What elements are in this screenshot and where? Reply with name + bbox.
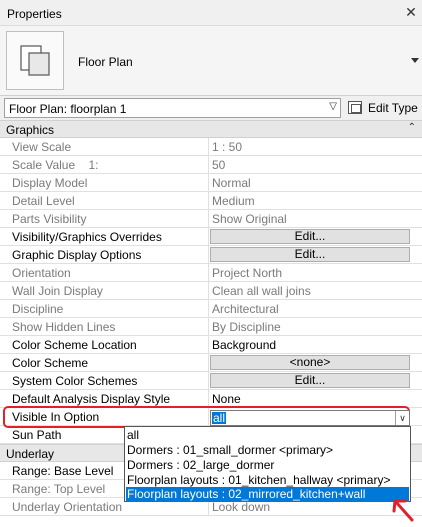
prop-name: Orientation [12, 266, 71, 280]
prop-name: View Scale [12, 140, 72, 154]
group-label: Underlay [6, 447, 55, 461]
prop-name: Color Scheme [12, 356, 89, 370]
divider [208, 138, 209, 156]
prop-name: Display Model [12, 176, 88, 190]
prop-value: Look down [212, 500, 271, 514]
prop-name: Graphic Display Options [12, 248, 142, 262]
row-vg-overrides[interactable]: Visibility/Graphics Overrides Edit... [0, 228, 422, 246]
row-discipline[interactable]: Discipline Architectural [0, 300, 422, 318]
prop-value: None [212, 392, 241, 406]
row-color-scheme-location[interactable]: Color Scheme Location Background [0, 336, 422, 354]
row-display-model[interactable]: Display Model Normal [0, 174, 422, 192]
prop-value: Normal [212, 176, 251, 190]
row-default-analysis[interactable]: Default Analysis Display Style None [0, 390, 422, 408]
divider [208, 264, 209, 282]
row-detail-level[interactable]: Detail Level Medium [0, 192, 422, 210]
instance-selector-value: Floor Plan: floorplan 1 [9, 102, 127, 116]
divider [208, 192, 209, 210]
prop-value: Show Original [212, 212, 287, 226]
row-hidden-lines[interactable]: Show Hidden Lines By Discipline [0, 318, 422, 336]
divider [208, 390, 209, 408]
prop-name: Scale Value 1: [12, 158, 99, 172]
properties-titlebar: Properties ✕ [0, 0, 422, 26]
combo-selected-text: all [212, 411, 227, 425]
close-icon[interactable]: ✕ [403, 4, 419, 20]
prop-name: Sun Path [12, 428, 62, 442]
graphic-display-edit-button[interactable]: Edit... [210, 247, 410, 262]
instance-selector-row: Floor Plan: floorplan 1 ▽ Edit Type [0, 96, 422, 120]
prop-value: 1 : 50 [212, 140, 243, 154]
prop-name: Range: Base Level [12, 464, 114, 478]
divider [208, 354, 209, 372]
system-color-schemes-edit-button[interactable]: Edit... [210, 373, 410, 388]
type-dropdown-arrow-icon[interactable] [411, 58, 419, 63]
row-scale-value[interactable]: Scale Value 1: 50 [0, 156, 422, 174]
group-label: Graphics [6, 123, 55, 137]
divider [208, 318, 209, 336]
prop-name: Show Hidden Lines [12, 320, 116, 334]
divider [208, 336, 209, 354]
divider [208, 372, 209, 390]
visible-in-option-combo[interactable]: all ∨ [210, 410, 410, 426]
vg-overrides-edit-button[interactable]: Edit... [210, 229, 410, 244]
chevron-down-icon: ▽ [329, 101, 337, 112]
divider [208, 156, 209, 174]
floor-plan-icon [6, 31, 64, 90]
divider [208, 210, 209, 228]
divider [208, 246, 209, 264]
prop-name: System Color Schemes [12, 374, 138, 388]
type-name: Floor Plan [78, 55, 133, 69]
prop-value: Medium [212, 194, 255, 208]
prop-name: Visible In Option [12, 410, 100, 424]
divider [208, 174, 209, 192]
prop-name: Default Analysis Display Style [12, 392, 171, 406]
dropdown-option-highlighted[interactable]: Floorplan layouts : 02_mirrored_kitchen+… [126, 487, 409, 502]
prop-name: Parts Visibility [12, 212, 87, 226]
dropdown-option[interactable]: Dormers : 02_large_dormer [126, 458, 409, 473]
type-selector[interactable]: Floor Plan [0, 26, 422, 96]
edit-type-button[interactable]: Edit Type [346, 98, 420, 118]
row-view-scale[interactable]: View Scale 1 : 50 [0, 138, 422, 156]
edit-type-icon [348, 101, 362, 114]
prop-name: Wall Join Display [12, 284, 103, 298]
edit-type-label: Edit Type [368, 101, 418, 115]
dropdown-option[interactable]: Dormers : 01_small_dormer <primary> [126, 443, 409, 458]
prop-value: By Discipline [212, 320, 281, 334]
row-wall-join[interactable]: Wall Join Display Clean all wall joins [0, 282, 422, 300]
divider [208, 228, 209, 246]
divider [208, 300, 209, 318]
row-color-scheme[interactable]: Color Scheme <none> [0, 354, 422, 372]
prop-name: Underlay Orientation [12, 500, 123, 514]
prop-name: Range: Top Level [12, 482, 106, 496]
prop-name: Color Scheme Location [12, 338, 137, 352]
dropdown-option[interactable]: all [126, 428, 409, 443]
row-orientation[interactable]: Orientation Project North [0, 264, 422, 282]
prop-value: Clean all wall joins [212, 284, 311, 298]
visible-in-option-dropdown: all Dormers : 01_small_dormer <primary> … [124, 426, 411, 502]
chevron-down-icon[interactable]: ∨ [395, 411, 409, 425]
panel-title: Properties [7, 7, 62, 21]
prop-value: Project North [212, 266, 283, 280]
prop-name: Visibility/Graphics Overrides [12, 230, 162, 244]
divider [208, 408, 209, 426]
color-scheme-button[interactable]: <none> [210, 355, 410, 370]
prop-name: Discipline [12, 302, 64, 316]
row-system-color-schemes[interactable]: System Color Schemes Edit... [0, 372, 422, 390]
prop-value: Architectural [212, 302, 279, 316]
prop-name: Detail Level [12, 194, 75, 208]
instance-selector[interactable]: Floor Plan: floorplan 1 ▽ [4, 98, 341, 118]
dropdown-option[interactable]: Floorplan layouts : 01_kitchen_hallway <… [126, 473, 409, 488]
prop-value: 50 [212, 158, 226, 172]
row-parts-visibility[interactable]: Parts Visibility Show Original [0, 210, 422, 228]
group-header-graphics[interactable]: Graphics ⌃ [0, 120, 422, 138]
prop-value: Background [212, 338, 277, 352]
divider [208, 282, 209, 300]
chevron-up-icon: ⌃ [407, 122, 416, 133]
row-graphic-display[interactable]: Graphic Display Options Edit... [0, 246, 422, 264]
